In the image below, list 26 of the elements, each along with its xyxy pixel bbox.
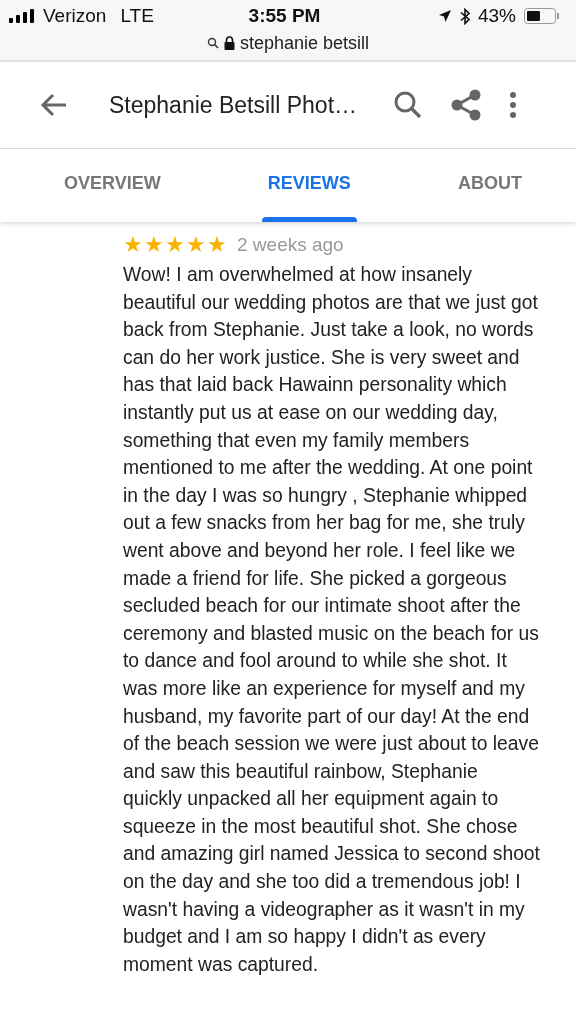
review-time: 2 weeks ago (237, 234, 344, 256)
star-icon: ★ (207, 233, 227, 257)
star-icon: ★ (123, 233, 143, 257)
review-text: Wow! I am overwhelmed at how insanely beautiful our wedding photos are that we just got back from Stephanie. Just take a look, no words can do her work justice. She is very sweet and has that laid back Hawainn personality which instantly put us at ease on our wedding day, something that even my family members mentioned to me after the wedding. At one point in the day I was so hungry , Stephanie whipped out a few snacks from her bag for me, she truly went above and beyond her role. I feel like we made a friend for life. She picked a gorgeous secluded beach for our intimate shoot after the ceremony and blasted music on the beach for us to dance and fool around to while she shot. It was more like an experience for myself and my husband, my favorite part of our day! At the end of the beach session we were just about to leave and saw this beautiful rainbow, Stephanie quickly unpacked all her equipment again to squeeze in the most beautiful shot. She chose and amazing girl named Jessica to second shoot on the day and she too did a tremendous job! I wasn't having a videographer as it wasn't in my budget and I am so happy I didn't as every moment was captured. (123, 263, 541, 977)
star-icon: ★ (186, 233, 206, 257)
signal-icon (9, 9, 35, 23)
tab[interactable]: REVIEWS (261, 149, 357, 222)
battery-icon (524, 8, 560, 24)
tab[interactable]: OVERVIEW (58, 149, 167, 222)
share-icon[interactable] (451, 89, 481, 121)
url-text[interactable]: stephanie betsill (239, 32, 370, 54)
location-arrow-icon (437, 9, 452, 23)
clock-time: 3:55 PM (248, 5, 321, 27)
search-icon[interactable] (393, 90, 423, 120)
lock-icon (223, 36, 235, 50)
star-icon: ★ (165, 233, 185, 257)
page-title: Stephanie Betsill Phot… (109, 91, 359, 119)
search-icon (206, 37, 219, 49)
network-type: LTE (120, 5, 154, 27)
battery-percent: 43% (477, 5, 516, 27)
star-icon: ★ (144, 233, 164, 257)
carrier-name: Verizon (43, 5, 107, 27)
back-arrow-icon[interactable] (40, 93, 68, 117)
tab[interactable]: ABOUT (452, 149, 528, 222)
more-menu-icon[interactable] (509, 91, 517, 119)
bluetooth-icon (459, 7, 470, 25)
